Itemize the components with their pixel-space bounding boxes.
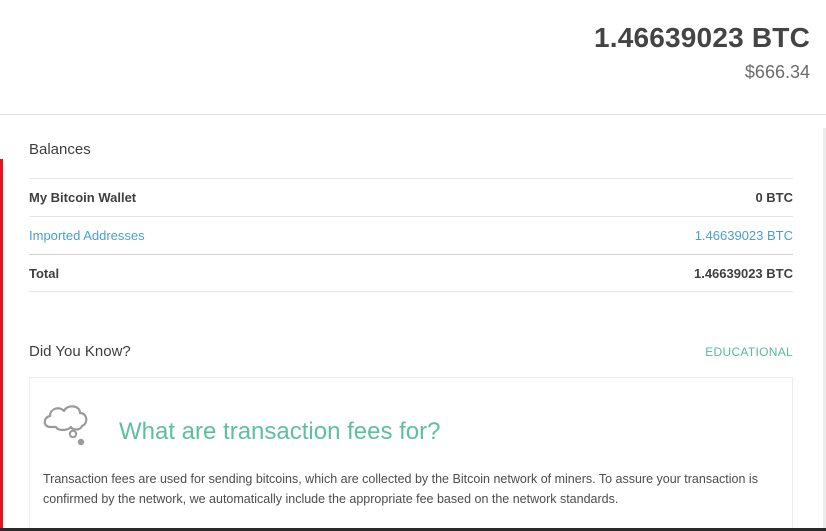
total-btc-balance: 1.46639023 BTC (593, 22, 810, 53)
balance-row-value: 0 BTC (755, 190, 793, 205)
tip-card: What are transaction fees for? Transacti… (29, 377, 793, 531)
tip-title: What are transaction fees for? (119, 418, 441, 445)
balance-row-value: 1.46639023 BTC (693, 266, 793, 281)
balance-row-imported[interactable]: Imported Addresses 1.46639023 BTC (29, 216, 793, 254)
balance-row-total: Total 1.46639023 BTC (29, 254, 793, 292)
balances-title: Balances (29, 141, 91, 158)
educational-link[interactable]: EDUCATIONAL (705, 345, 793, 359)
total-usd-balance: $666.34 (744, 62, 810, 82)
did-you-know-title: Did You Know? (29, 343, 131, 360)
balance-row-label: My Bitcoin Wallet (29, 190, 137, 205)
accent-bar (0, 159, 3, 531)
balance-row-label: Total (29, 266, 60, 281)
imported-addresses-value-link[interactable]: 1.46639023 BTC (695, 228, 793, 243)
imported-addresses-link[interactable]: Imported Addresses (29, 228, 145, 243)
tip-text: Transaction fees are used for sending bi… (43, 472, 758, 506)
balance-header: 1.46639023 BTC $666.34 (0, 0, 826, 115)
balance-row-wallet: My Bitcoin Wallet 0 BTC (29, 178, 793, 216)
thought-cloud-icon (42, 399, 92, 449)
